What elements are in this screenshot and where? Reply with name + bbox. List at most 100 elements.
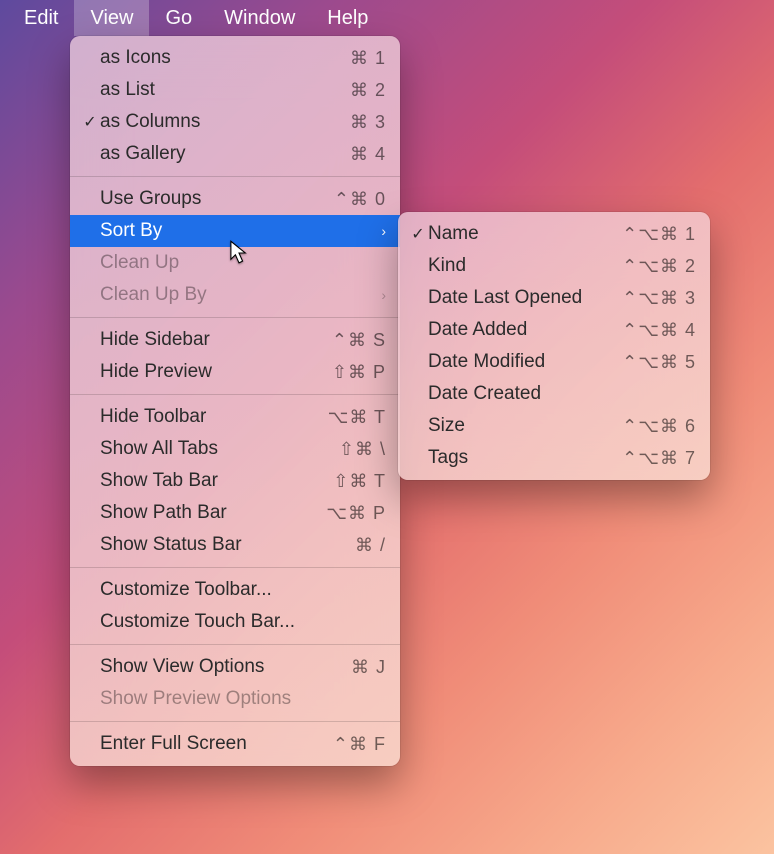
submenu-item-label: Tags xyxy=(428,447,622,469)
chevron-right-icon: › xyxy=(372,287,386,303)
menu-item-label: Use Groups xyxy=(100,188,326,210)
menubar-item-view[interactable]: View xyxy=(74,0,149,36)
menu-item-as-gallery[interactable]: as Gallery⌘ 4 xyxy=(70,138,400,170)
submenu-item-sort-tags[interactable]: Tags⌃⌥⌘ 7 xyxy=(398,442,710,474)
menu-item-label: Enter Full Screen xyxy=(100,733,326,755)
menubar: Edit View Go Window Help xyxy=(0,0,774,36)
menu-item-show-view-options[interactable]: Show View Options⌘ J xyxy=(70,651,400,683)
menu-item-sort-by[interactable]: Sort By › xyxy=(70,215,400,247)
menu-item-show-path-bar[interactable]: Show Path Bar⌥⌘ P xyxy=(70,497,400,529)
menu-item-label: Show View Options xyxy=(100,656,326,678)
menu-item-use-groups[interactable]: Use Groups⌃⌘ 0 xyxy=(70,183,400,215)
submenu-item-sort-date-added[interactable]: Date Added⌃⌥⌘ 4 xyxy=(398,314,710,346)
menu-shortcut: ⌃⌥⌘ 5 xyxy=(622,352,696,373)
checkmark-icon: ✓ xyxy=(80,112,100,132)
menu-shortcut: ⇧⌘ P xyxy=(326,362,386,383)
submenu-item-sort-name[interactable]: ✓Name⌃⌥⌘ 1 xyxy=(398,218,710,250)
menu-shortcut: ⇧⌘ \ xyxy=(326,439,386,460)
menu-item-customize-touch-bar[interactable]: Customize Touch Bar... xyxy=(70,606,400,638)
menu-item-label: as Columns xyxy=(100,111,326,133)
menu-separator xyxy=(70,644,400,645)
menubar-label: Edit xyxy=(24,7,58,30)
menu-item-enter-full-screen[interactable]: Enter Full Screen⌃⌘ F xyxy=(70,728,400,760)
menu-item-label: Show Path Bar xyxy=(100,502,326,524)
menu-shortcut: ⌘ / xyxy=(326,535,386,556)
submenu-item-label: Date Added xyxy=(428,319,622,341)
menu-item-label: Clean Up By xyxy=(100,284,366,306)
menu-shortcut: ⌃⌥⌘ 3 xyxy=(622,288,696,309)
menu-item-label: Hide Sidebar xyxy=(100,329,326,351)
menubar-label: Window xyxy=(224,7,295,30)
submenu-item-label: Date Created xyxy=(428,383,696,405)
submenu-item-sort-date-last-opened[interactable]: Date Last Opened⌃⌥⌘ 3 xyxy=(398,282,710,314)
menu-item-clean-up-by: Clean Up By › xyxy=(70,279,400,311)
submenu-item-sort-size[interactable]: Size⌃⌥⌘ 6 xyxy=(398,410,710,442)
menu-item-label: Show Tab Bar xyxy=(100,470,326,492)
menubar-label: View xyxy=(90,7,133,30)
menu-item-label: Hide Preview xyxy=(100,361,326,383)
menubar-label: Go xyxy=(165,7,192,30)
menu-shortcut: ⌃⌥⌘ 1 xyxy=(622,224,696,245)
menu-shortcut: ⌘ 1 xyxy=(326,48,386,69)
menu-shortcut: ⌃⌘ F xyxy=(326,734,386,755)
menu-item-label: Customize Touch Bar... xyxy=(100,611,386,633)
menu-shortcut: ⌘ 4 xyxy=(326,144,386,165)
menu-shortcut: ⌘ J xyxy=(326,657,386,678)
submenu-item-label: Name xyxy=(428,223,622,245)
submenu-item-label: Size xyxy=(428,415,622,437)
menu-separator xyxy=(70,394,400,395)
menubar-item-go[interactable]: Go xyxy=(149,0,208,36)
menu-item-label: Customize Toolbar... xyxy=(100,579,386,601)
menu-shortcut: ⌃⌥⌘ 4 xyxy=(622,320,696,341)
submenu-item-sort-date-created[interactable]: Date Created xyxy=(398,378,710,410)
menu-shortcut: ⌘ 2 xyxy=(326,80,386,101)
menu-item-show-tab-bar[interactable]: Show Tab Bar⇧⌘ T xyxy=(70,465,400,497)
menu-shortcut: ⌃⌘ 0 xyxy=(326,189,386,210)
menu-item-label: as Gallery xyxy=(100,143,326,165)
menu-item-as-columns[interactable]: ✓as Columns⌘ 3 xyxy=(70,106,400,138)
menu-shortcut: ⌥⌘ P xyxy=(326,503,386,524)
submenu-item-label: Kind xyxy=(428,255,622,277)
menu-shortcut: ⌃⌥⌘ 7 xyxy=(622,448,696,469)
menu-item-show-all-tabs[interactable]: Show All Tabs⇧⌘ \ xyxy=(70,433,400,465)
menu-shortcut: ⌃⌥⌘ 6 xyxy=(622,416,696,437)
menu-item-as-list[interactable]: as List⌘ 2 xyxy=(70,74,400,106)
chevron-right-icon: › xyxy=(372,223,386,239)
submenu-item-label: Date Modified xyxy=(428,351,622,373)
menu-item-hide-sidebar[interactable]: Hide Sidebar⌃⌘ S xyxy=(70,324,400,356)
menu-item-show-status-bar[interactable]: Show Status Bar⌘ / xyxy=(70,529,400,561)
submenu-item-sort-kind[interactable]: Kind⌃⌥⌘ 2 xyxy=(398,250,710,282)
menu-item-label: Sort By xyxy=(100,220,366,242)
menu-item-label: as Icons xyxy=(100,47,326,69)
menu-item-clean-up: Clean Up xyxy=(70,247,400,279)
menubar-label: Help xyxy=(327,7,368,30)
menu-separator xyxy=(70,176,400,177)
menu-item-label: Show Preview Options xyxy=(100,688,386,710)
checkmark-icon: ✓ xyxy=(408,224,428,244)
menu-shortcut: ⇧⌘ T xyxy=(326,471,386,492)
menu-shortcut: ⌘ 3 xyxy=(326,112,386,133)
menu-item-label: Clean Up xyxy=(100,252,386,274)
sort-by-submenu: ✓Name⌃⌥⌘ 1Kind⌃⌥⌘ 2Date Last Opened⌃⌥⌘ 3… xyxy=(398,212,710,480)
menu-separator xyxy=(70,317,400,318)
menu-item-label: Show All Tabs xyxy=(100,438,326,460)
menu-separator xyxy=(70,567,400,568)
menu-item-show-preview-options: Show Preview Options xyxy=(70,683,400,715)
menu-item-hide-preview[interactable]: Hide Preview⇧⌘ P xyxy=(70,356,400,388)
menu-shortcut: ⌃⌘ S xyxy=(326,330,386,351)
menu-item-label: Show Status Bar xyxy=(100,534,326,556)
submenu-item-sort-date-modified[interactable]: Date Modified⌃⌥⌘ 5 xyxy=(398,346,710,378)
menu-item-label: as List xyxy=(100,79,326,101)
menubar-item-help[interactable]: Help xyxy=(311,0,384,36)
menu-shortcut: ⌥⌘ T xyxy=(326,407,386,428)
menu-item-hide-toolbar[interactable]: Hide Toolbar⌥⌘ T xyxy=(70,401,400,433)
menu-item-label: Hide Toolbar xyxy=(100,406,326,428)
menu-item-customize-toolbar[interactable]: Customize Toolbar... xyxy=(70,574,400,606)
menu-item-as-icons[interactable]: as Icons⌘ 1 xyxy=(70,42,400,74)
menu-separator xyxy=(70,721,400,722)
menubar-item-window[interactable]: Window xyxy=(208,0,311,36)
menu-shortcut: ⌃⌥⌘ 2 xyxy=(622,256,696,277)
submenu-item-label: Date Last Opened xyxy=(428,287,622,309)
menubar-item-edit[interactable]: Edit xyxy=(8,0,74,36)
view-menu: as Icons⌘ 1as List⌘ 2✓as Columns⌘ 3as Ga… xyxy=(70,36,400,766)
